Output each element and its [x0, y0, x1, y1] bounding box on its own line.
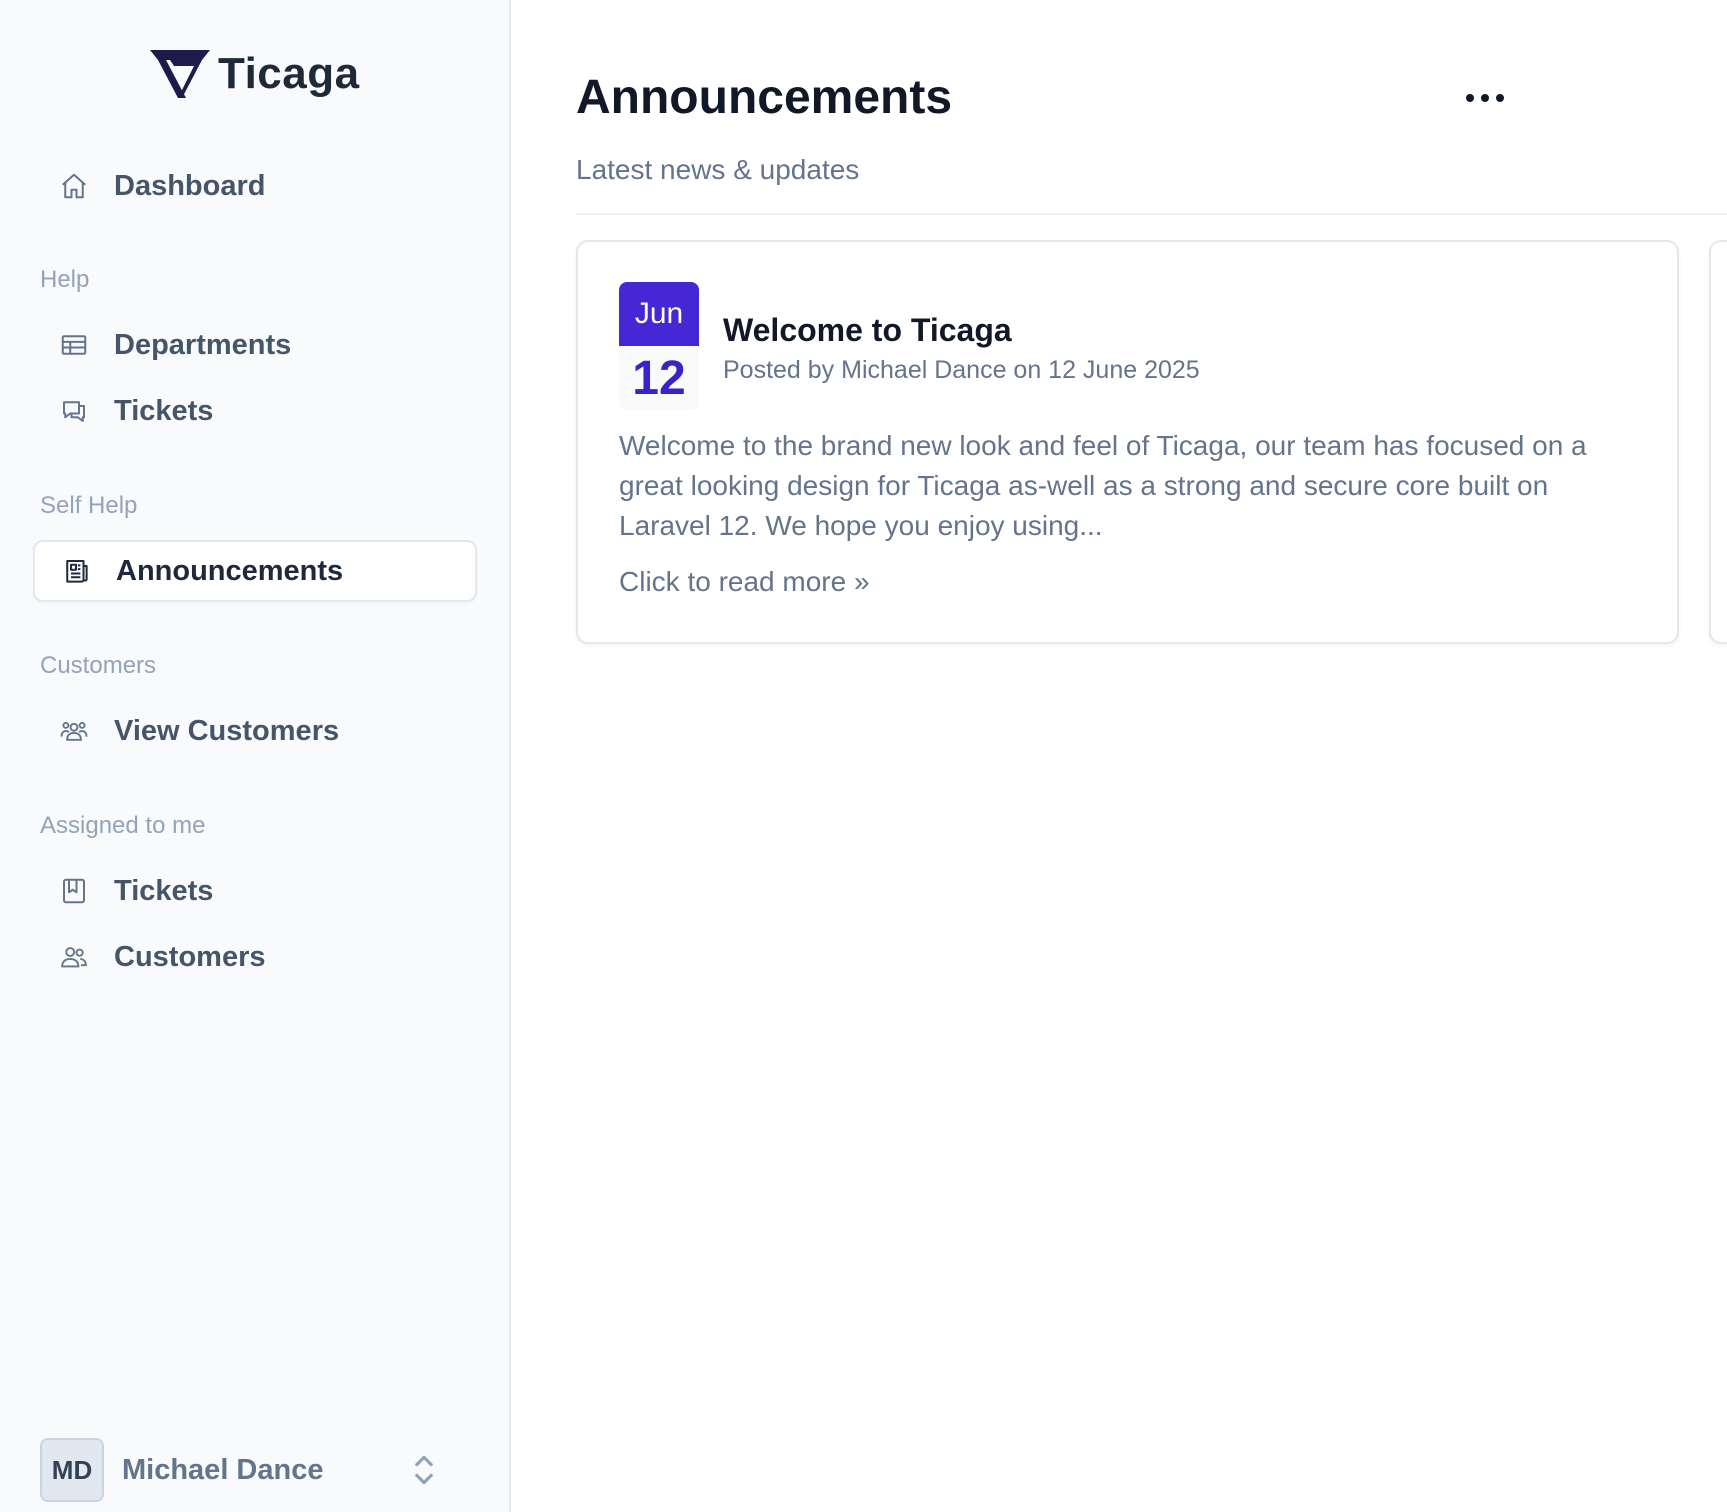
more-options-button[interactable] — [1461, 82, 1509, 114]
sidebar-item-label: Tickets — [114, 874, 214, 907]
avatar: MD — [40, 1438, 104, 1502]
date-badge: Jun 12 — [619, 282, 699, 410]
section-label-customers: Customers — [40, 652, 157, 679]
user-menu[interactable]: MD Michael Dance — [40, 1438, 460, 1502]
user-group-icon — [58, 715, 90, 747]
announcement-meta: Posted by Michael Dance on 12 June 2025 — [723, 356, 1200, 384]
brand-name: Ticaga — [218, 49, 360, 98]
chat-bubbles-icon — [58, 395, 90, 427]
announcement-title[interactable]: Welcome to Ticaga — [723, 312, 1012, 349]
sidebar-item-label: View Customers — [114, 714, 340, 747]
home-icon — [58, 170, 90, 202]
next-announcement-card[interactable] — [1709, 240, 1727, 644]
main-content: Announcements Latest news & updates Jun … — [511, 0, 1727, 1512]
ticaga-logo-icon — [150, 50, 210, 98]
announcement-card[interactable]: Jun 12 Welcome to Ticaga Posted by Micha… — [576, 240, 1679, 644]
sidebar-item-label: Tickets — [114, 394, 214, 427]
page-title: Announcements — [576, 71, 953, 124]
section-label-help: Help — [40, 266, 90, 293]
read-more-link[interactable]: Click to read more » — [619, 566, 870, 598]
section-label-assigned: Assigned to me — [40, 812, 206, 839]
announcement-excerpt: Welcome to the brand new look and feel o… — [619, 430, 1587, 541]
bookmark-square-icon — [58, 875, 90, 907]
sidebar-item-tickets[interactable]: Tickets — [33, 380, 477, 442]
sidebar-item-label: Announcements — [116, 554, 344, 587]
table-icon — [58, 329, 90, 361]
user-name: Michael Dance — [122, 1453, 324, 1486]
header-divider — [576, 213, 1727, 215]
sidebar-item-announcements[interactable]: Announcements — [33, 540, 477, 602]
sidebar-item-label: Dashboard — [114, 169, 266, 202]
app-window: Ticaga Dashboard Help Departments Ticket… — [0, 0, 1727, 1512]
date-day: 12 — [632, 351, 686, 405]
section-label-self-help: Self Help — [40, 492, 138, 519]
sidebar-item-label: Departments — [114, 328, 292, 361]
sidebar-item-label: Customers — [114, 940, 266, 973]
date-month: Jun — [619, 282, 699, 346]
newspaper-icon — [60, 555, 92, 587]
sidebar-item-view-customers[interactable]: View Customers — [33, 700, 477, 762]
brand-logo[interactable]: Ticaga — [148, 46, 360, 102]
ellipsis-icon — [1466, 94, 1504, 102]
page-subtitle: Latest news & updates — [576, 154, 860, 185]
sidebar-item-assigned-customers[interactable]: Customers — [33, 926, 477, 988]
sidebar-item-assigned-tickets[interactable]: Tickets — [33, 860, 477, 922]
sidebar-item-departments[interactable]: Departments — [33, 314, 477, 376]
chevron-up-down-icon — [415, 1455, 433, 1485]
users-icon — [58, 941, 90, 973]
sidebar-item-dashboard[interactable]: Dashboard — [33, 155, 477, 217]
sidebar: Ticaga Dashboard Help Departments Ticket… — [0, 0, 511, 1512]
